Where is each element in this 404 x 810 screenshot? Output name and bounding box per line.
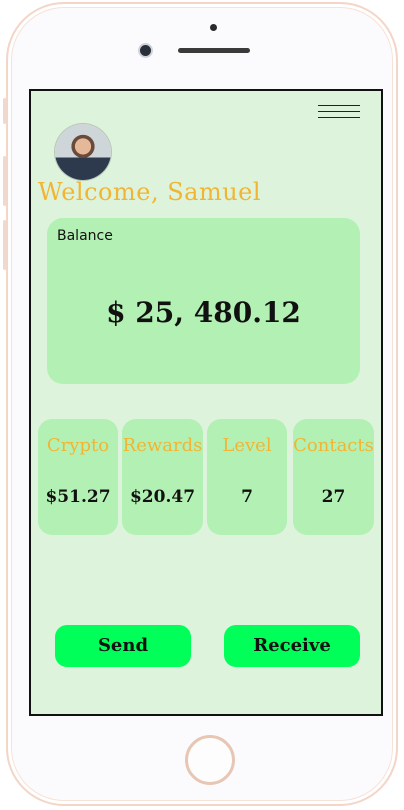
stat-title: Rewards	[122, 435, 203, 456]
front-camera	[140, 45, 151, 56]
balance-card: Balance $ 25, 480.12	[47, 218, 360, 384]
stat-value: $51.27	[45, 487, 111, 507]
home-button[interactable]	[185, 735, 235, 785]
hamburger-menu-icon[interactable]	[318, 105, 360, 123]
menu-line	[318, 105, 360, 106]
stat-card-crypto[interactable]: Crypto $51.27	[38, 419, 118, 535]
mute-switch	[3, 98, 7, 124]
stat-value: $20.47	[129, 487, 196, 507]
send-button[interactable]: Send	[55, 625, 191, 667]
stat-value: 27	[321, 487, 346, 507]
receive-button[interactable]: Receive	[224, 625, 360, 667]
menu-line	[318, 117, 360, 118]
sensor-dot	[210, 24, 217, 31]
balance-value: $ 25, 480.12	[106, 296, 301, 329]
stat-title: Contacts	[293, 435, 374, 456]
earpiece-speaker	[178, 48, 250, 53]
avatar[interactable]	[55, 124, 111, 180]
stat-value: 7	[241, 487, 253, 507]
stat-card-contacts[interactable]: Contacts 27	[293, 419, 374, 535]
menu-line	[318, 111, 360, 112]
balance-label: Balance	[57, 228, 113, 244]
stat-title: Level	[222, 435, 272, 456]
stat-card-rewards[interactable]: Rewards $20.47	[122, 419, 203, 535]
volume-up-button	[3, 156, 7, 206]
welcome-heading: Welcome, Samuel	[38, 178, 262, 206]
stat-title: Crypto	[46, 435, 110, 456]
volume-down-button	[3, 220, 7, 270]
stat-card-level[interactable]: Level 7	[207, 419, 287, 535]
